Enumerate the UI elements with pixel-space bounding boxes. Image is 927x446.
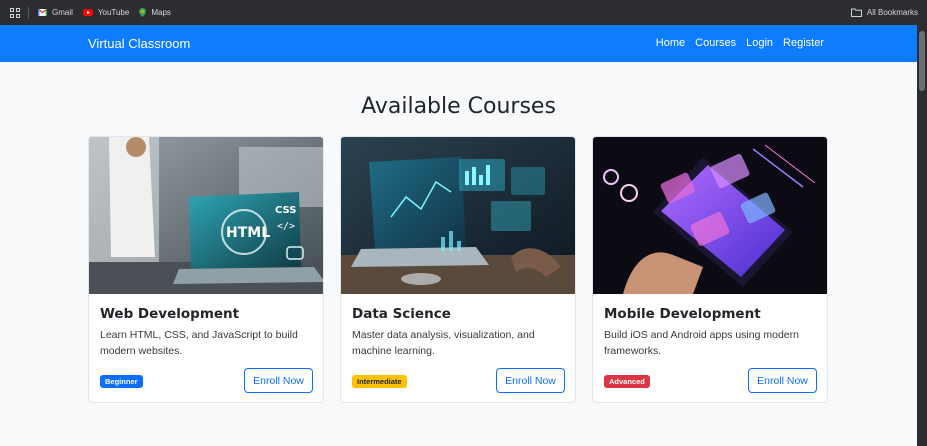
course-description: Master data analysis, visualization, and… bbox=[352, 329, 535, 357]
course-title: Data Science bbox=[352, 306, 451, 322]
navbar-brand[interactable]: Virtual Classroom bbox=[88, 36, 190, 51]
course-description: Build iOS and Android apps using modern … bbox=[604, 329, 799, 357]
enroll-button[interactable]: Enroll Now bbox=[496, 368, 565, 393]
bookmark-label: YouTube bbox=[97, 8, 130, 17]
level-badge: Intermediate bbox=[352, 375, 407, 388]
svg-text:</>: </> bbox=[277, 221, 295, 232]
course-image-mobile-development bbox=[593, 137, 827, 294]
all-bookmarks-label: All Bookmarks bbox=[866, 8, 918, 17]
maps-pin-icon bbox=[139, 8, 147, 17]
navbar: Virtual Classroom Home Courses Login Reg… bbox=[0, 25, 917, 62]
page-viewport: Virtual Classroom Home Courses Login Reg… bbox=[0, 25, 917, 446]
nav-links: Home Courses Login Register bbox=[656, 37, 824, 49]
course-card-web-development: HTML CSS </> Web Development Learn HTML,… bbox=[88, 136, 324, 403]
nav-link-courses[interactable]: Courses bbox=[695, 37, 736, 49]
bookmark-youtube[interactable]: YouTube bbox=[82, 8, 130, 17]
bookmarks-divider bbox=[28, 6, 29, 19]
bookmark-gmail[interactable]: Gmail bbox=[38, 8, 73, 17]
course-title: Mobile Development bbox=[604, 306, 761, 322]
nav-link-login[interactable]: Login bbox=[746, 37, 773, 49]
course-title: Web Development bbox=[100, 306, 240, 322]
scrollbar-thumb[interactable] bbox=[919, 31, 925, 91]
course-image-web-development: HTML CSS </> bbox=[89, 137, 323, 294]
folder-icon bbox=[850, 8, 862, 17]
nav-link-register[interactable]: Register bbox=[783, 37, 824, 49]
bookmark-label: Gmail bbox=[52, 8, 73, 17]
nav-link-home[interactable]: Home bbox=[656, 37, 685, 49]
bookmarks-bar: Gmail YouTube Maps All Bookmarks bbox=[0, 0, 927, 25]
course-card-mobile-development: Mobile Development Build iOS and Android… bbox=[592, 136, 828, 403]
level-badge: Advanced bbox=[604, 375, 650, 388]
svg-text:CSS: CSS bbox=[275, 205, 296, 216]
course-card-data-science: Data Science Master data analysis, visua… bbox=[340, 136, 576, 403]
page-scrollbar[interactable] bbox=[917, 25, 927, 446]
all-bookmarks[interactable]: All Bookmarks bbox=[850, 0, 918, 25]
page-title: Available Courses bbox=[361, 94, 556, 119]
enroll-button[interactable]: Enroll Now bbox=[244, 368, 313, 393]
course-description: Learn HTML, CSS, and JavaScript to build… bbox=[100, 329, 298, 357]
level-badge: Beginner bbox=[100, 375, 143, 388]
apps-grid-icon[interactable] bbox=[10, 7, 20, 18]
youtube-icon bbox=[82, 9, 93, 16]
svg-text:HTML: HTML bbox=[226, 225, 270, 241]
enroll-button[interactable]: Enroll Now bbox=[748, 368, 817, 393]
gmail-icon bbox=[38, 9, 47, 16]
bookmark-maps[interactable]: Maps bbox=[139, 8, 171, 17]
course-image-data-science bbox=[341, 137, 575, 294]
bookmark-label: Maps bbox=[151, 8, 171, 17]
